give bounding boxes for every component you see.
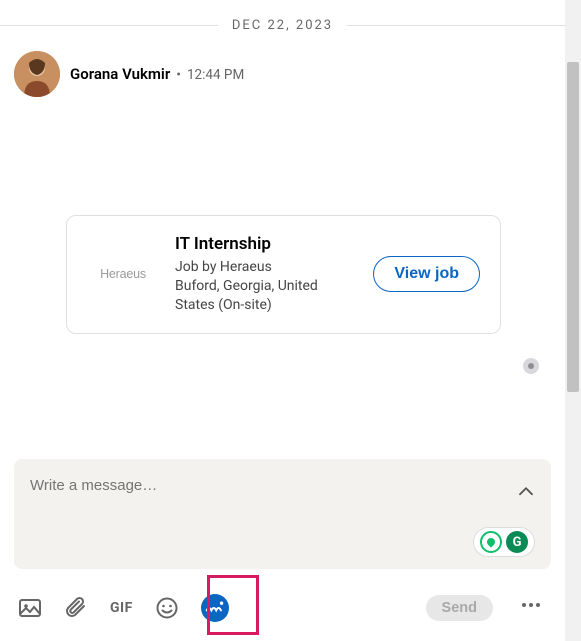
job-card[interactable]: Heraeus IT Internship Job by Heraeus Buf… bbox=[66, 215, 501, 334]
sender-avatar[interactable] bbox=[14, 51, 60, 97]
avatar-icon bbox=[14, 51, 60, 97]
date-divider: DEC 22, 2023 bbox=[0, 18, 565, 33]
scrollbar-track[interactable] bbox=[565, 0, 581, 641]
attachment-icon bbox=[64, 596, 88, 620]
message-input[interactable] bbox=[30, 477, 434, 494]
main-column: DEC 22, 2023 Gorana Vukmir • 12:44 PM He… bbox=[0, 0, 565, 641]
emoji-icon bbox=[155, 596, 179, 620]
separator-dot: • bbox=[176, 67, 181, 83]
compose-box[interactable]: G bbox=[14, 459, 551, 569]
message-timestamp: 12:44 PM bbox=[187, 67, 244, 83]
job-company-logo: Heraeus bbox=[87, 267, 159, 281]
insert-emoji-button[interactable] bbox=[155, 596, 179, 620]
divider-line bbox=[347, 25, 565, 26]
sender-line: Gorana Vukmir • 12:44 PM bbox=[70, 65, 244, 83]
chevron-up-icon bbox=[517, 483, 535, 501]
more-icon bbox=[519, 593, 543, 617]
attach-file-button[interactable] bbox=[64, 596, 88, 620]
compose-area: G GIF bbox=[0, 447, 565, 641]
image-icon bbox=[18, 596, 42, 620]
view-job-button[interactable]: View job bbox=[373, 256, 480, 292]
read-receipt-row bbox=[14, 334, 551, 374]
grammarly-icon: G bbox=[506, 531, 528, 553]
divider-line bbox=[0, 25, 218, 26]
sender-name[interactable]: Gorana Vukmir bbox=[70, 65, 170, 83]
scrollbar-thumb[interactable] bbox=[567, 62, 579, 392]
message-header: Gorana Vukmir • 12:44 PM bbox=[0, 45, 565, 105]
compose-toolbar: GIF Send bbox=[0, 577, 565, 641]
read-receipt-avatar bbox=[523, 358, 539, 374]
job-company-line: Job by Heraeus bbox=[175, 258, 357, 277]
job-details: IT Internship Job by Heraeus Buford, Geo… bbox=[175, 234, 357, 315]
collapse-compose-button[interactable] bbox=[499, 477, 553, 511]
extension-icon-1 bbox=[480, 531, 502, 553]
messaging-thread: DEC 22, 2023 Gorana Vukmir • 12:44 PM He… bbox=[0, 0, 581, 641]
extension-icons: G bbox=[473, 527, 535, 557]
send-button[interactable]: Send bbox=[426, 595, 493, 621]
insert-gif-button[interactable]: GIF bbox=[110, 600, 133, 616]
date-label: DEC 22, 2023 bbox=[218, 18, 347, 33]
more-options-button[interactable] bbox=[515, 593, 547, 623]
job-location-line: Buford, Georgia, United States (On-site) bbox=[175, 277, 357, 315]
insert-image-button[interactable] bbox=[18, 596, 42, 620]
job-title: IT Internship bbox=[175, 234, 357, 254]
message-body: Heraeus IT Internship Job by Heraeus Buf… bbox=[0, 105, 565, 447]
extension-pill[interactable]: G bbox=[473, 527, 535, 557]
wishcard-button[interactable] bbox=[201, 594, 229, 622]
wishcard-icon bbox=[201, 594, 229, 622]
